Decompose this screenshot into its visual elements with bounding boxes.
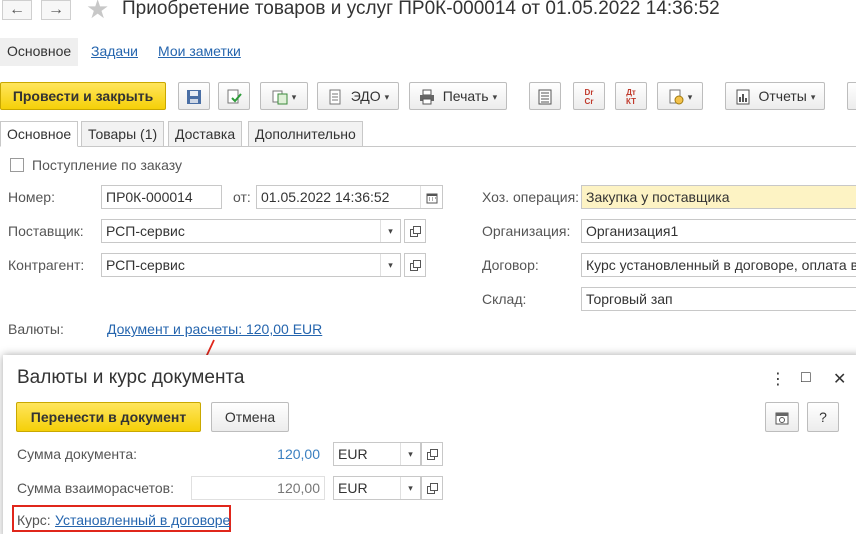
- settlement-currency-dropdown-button[interactable]: ▾: [400, 477, 420, 499]
- settlement-currency-open-button[interactable]: [421, 476, 443, 500]
- rate-link[interactable]: Установленный в договоре: [55, 512, 230, 528]
- maximize-icon[interactable]: □: [801, 369, 811, 387]
- settlement-sum-label: Сумма взаиморасчетов:: [17, 480, 174, 496]
- doc-sum-label: Сумма документа:: [17, 446, 138, 462]
- doc-currency-value: EUR: [338, 446, 368, 462]
- dropdown-arrow-icon: ▾: [408, 483, 413, 493]
- cancel-button[interactable]: Отмена: [211, 402, 289, 432]
- calendar-settings-button[interactable]: [765, 402, 799, 432]
- dropdown-arrow-icon: ▾: [408, 449, 413, 459]
- transfer-to-document-button[interactable]: Перенести в документ: [16, 402, 201, 432]
- open-form-icon: [427, 449, 438, 460]
- doc-currency-select[interactable]: EUR ▾: [333, 442, 421, 466]
- rate-label: Курс:: [17, 512, 51, 528]
- settlement-sum-field[interactable]: 120,00: [191, 476, 325, 500]
- settlement-currency-select[interactable]: EUR ▾: [333, 476, 421, 500]
- currency-rate-dialog: Валюты и курс документа ⋮ □ ✕ Перенести …: [3, 355, 856, 534]
- doc-sum-field[interactable]: 120,00: [191, 442, 325, 466]
- close-icon[interactable]: ✕: [833, 369, 846, 389]
- open-form-icon: [427, 483, 438, 494]
- more-options-icon[interactable]: ⋮: [770, 369, 786, 389]
- help-button[interactable]: ?: [807, 402, 839, 432]
- dialog-title: Валюты и курс документа: [17, 367, 245, 388]
- calendar-icon: [775, 412, 789, 425]
- doc-currency-dropdown-button[interactable]: ▾: [400, 443, 420, 465]
- doc-currency-open-button[interactable]: [421, 442, 443, 466]
- settlement-currency-value: EUR: [338, 480, 368, 496]
